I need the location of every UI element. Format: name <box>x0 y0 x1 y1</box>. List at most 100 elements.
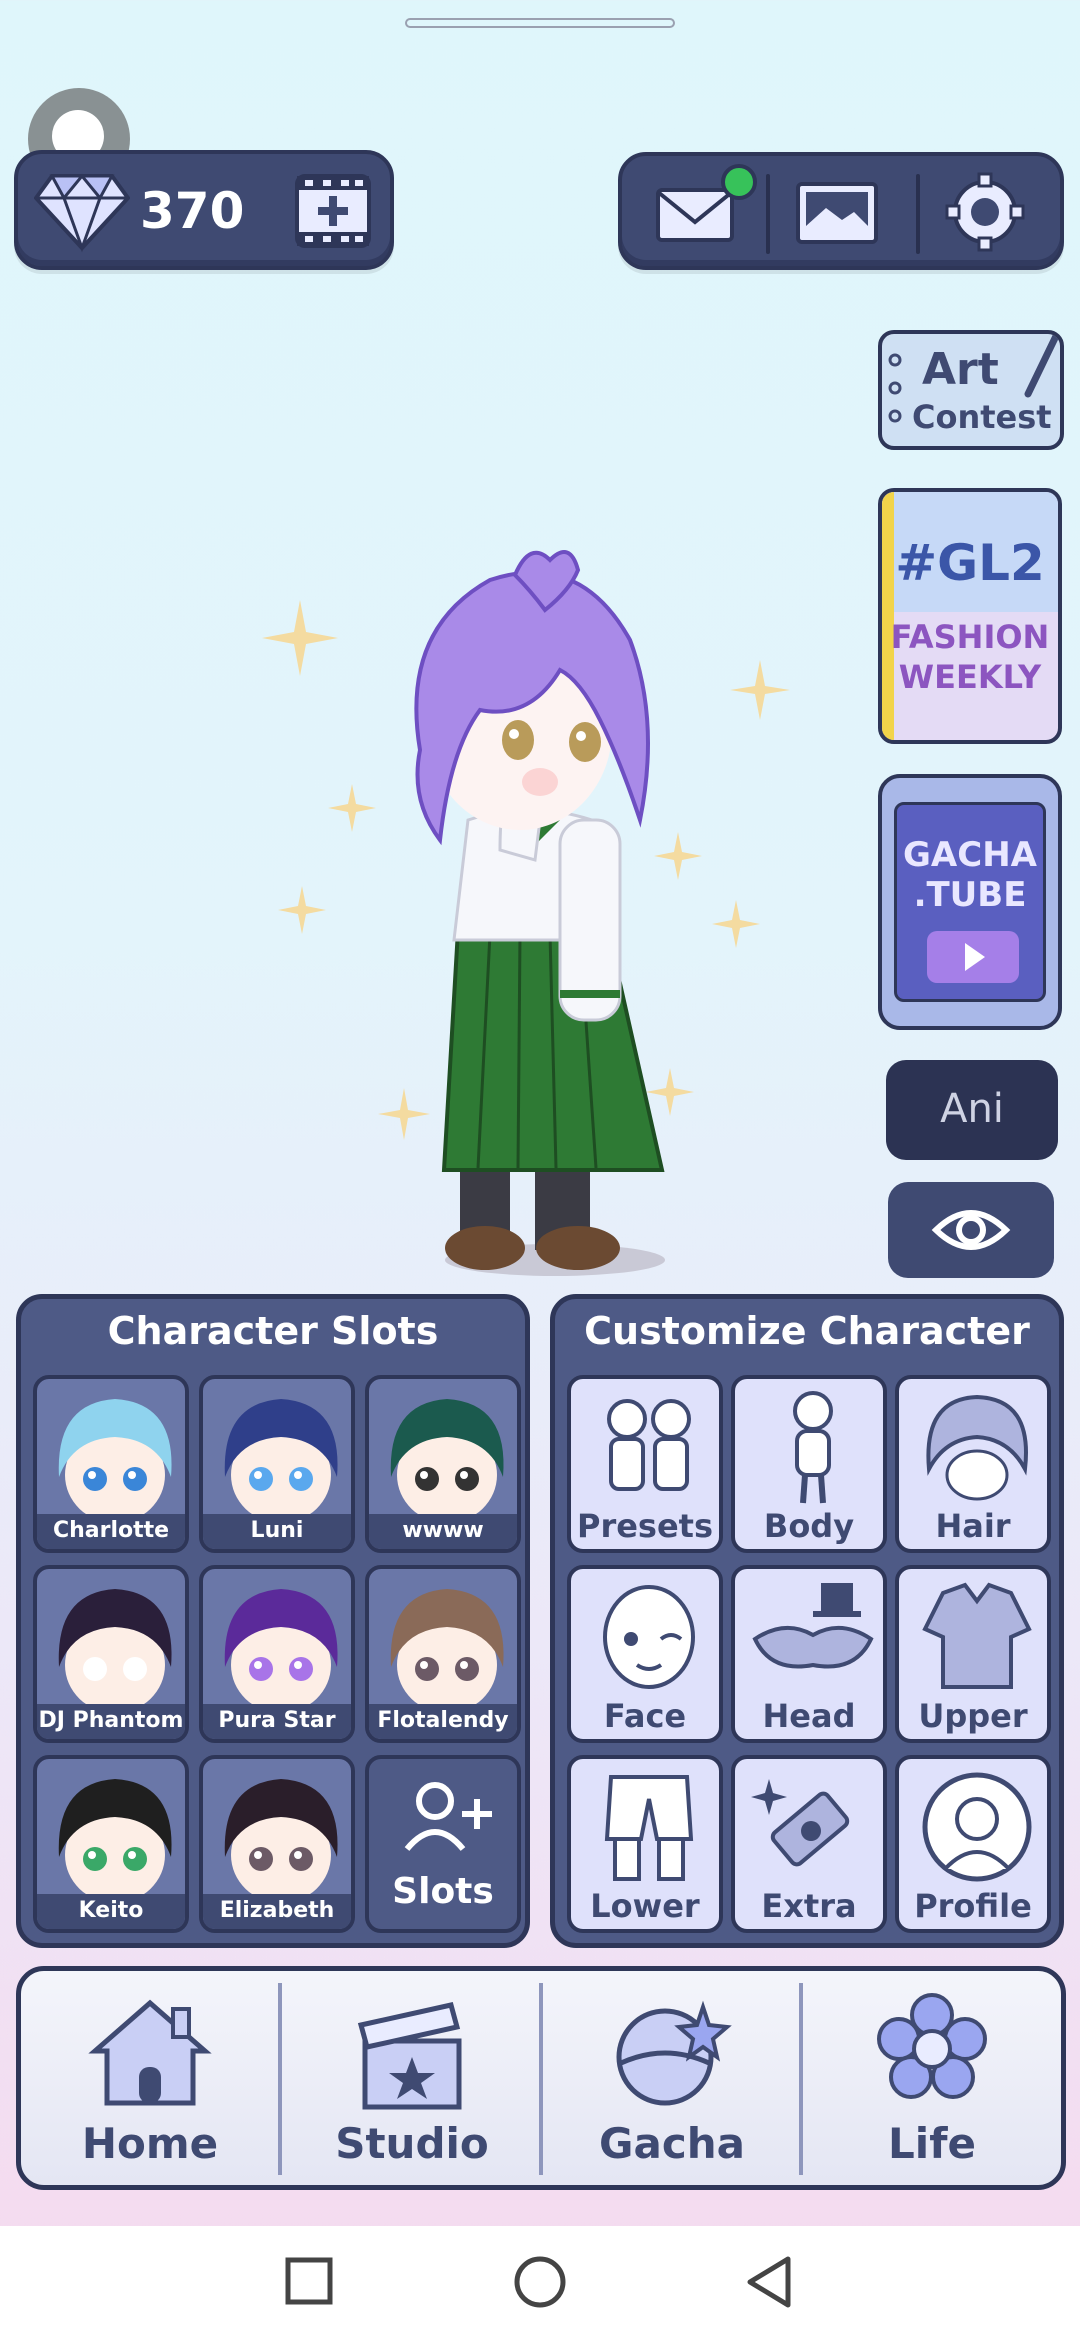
android-navigation-bar <box>0 2226 1080 2340</box>
customize-presets-button[interactable]: Presets <box>567 1375 723 1553</box>
nav-studio[interactable]: Studio <box>283 1971 541 2185</box>
character-slot[interactable]: Elizabeth <box>199 1755 355 1933</box>
head-icon <box>752 1583 874 1669</box>
character-slot[interactable]: wwww <box>365 1375 521 1553</box>
recents-icon[interactable] <box>285 2257 333 2305</box>
customize-label: Face <box>603 1697 687 1735</box>
customize-body-button[interactable]: Body <box>731 1375 887 1553</box>
lower-icon <box>604 1775 694 1881</box>
character-slot-name: Pura Star <box>203 1704 351 1739</box>
character-slot-name: Charlotte <box>37 1514 185 1549</box>
currency-bar: 370 <box>14 150 394 270</box>
top-right-toolbar <box>618 152 1064 270</box>
art-contest-button[interactable]: Art Contest <box>878 330 1064 450</box>
gl2-line2: FASHION <box>890 618 1050 656</box>
back-icon[interactable] <box>747 2256 791 2308</box>
character-slot-name: wwww <box>369 1514 517 1549</box>
picture-icon[interactable] <box>792 172 882 252</box>
character-slot-name: Keito <box>37 1894 185 1929</box>
gl2-title: #GL2 <box>895 534 1045 592</box>
character-avatar <box>390 1399 504 1523</box>
gacha-icon <box>616 2000 732 2106</box>
nav-home-label: Home <box>81 2119 219 2168</box>
gl2-line3: WEEKLY <box>898 658 1042 696</box>
gl2-fashion-weekly-button[interactable]: #GL2 FASHION WEEKLY <box>878 488 1062 744</box>
customize-head-button[interactable]: Head <box>731 1565 887 1743</box>
customize-profile-button[interactable]: Profile <box>895 1755 1051 1933</box>
gacha-tube-line2: .TUBE <box>913 875 1027 915</box>
bottom-navigation: Home Studio Gacha Life <box>16 1966 1066 2190</box>
eye-icon <box>931 1210 1011 1250</box>
gear-icon[interactable] <box>940 172 1030 252</box>
pencil-icon <box>1024 334 1060 398</box>
home-circle-icon[interactable] <box>514 2256 566 2308</box>
customize-upper-button[interactable]: Upper <box>895 1565 1051 1743</box>
character-avatar <box>390 1589 504 1713</box>
character-avatar <box>224 1399 338 1523</box>
character-slot-name: Flotalendy <box>369 1704 517 1739</box>
customize-label: Presets <box>576 1507 714 1545</box>
customize-label: Hair <box>935 1507 1011 1545</box>
toggle-view-button[interactable] <box>888 1182 1054 1278</box>
presets-icon <box>607 1399 691 1491</box>
top-drag-handle[interactable] <box>405 18 675 28</box>
customize-label: Lower <box>590 1887 700 1925</box>
character-slot-name: DJ Phantom <box>37 1704 185 1739</box>
play-icon <box>927 931 1019 983</box>
character-avatar <box>58 1399 172 1523</box>
clapperboard-icon <box>357 2002 462 2110</box>
hair-icon <box>926 1394 1028 1501</box>
profile-icon <box>922 1772 1032 1882</box>
character-avatar <box>224 1779 338 1903</box>
home-icon <box>88 1999 212 2106</box>
character-slots-title: Character Slots <box>107 1309 439 1353</box>
add-user-icon <box>404 1782 492 1851</box>
customize-hair-button[interactable]: Hair <box>895 1375 1051 1553</box>
nav-home[interactable]: Home <box>21 1971 279 2185</box>
customize-label: Upper <box>918 1697 1028 1735</box>
character-preview[interactable] <box>200 520 800 1280</box>
character-avatar <box>224 1589 338 1713</box>
customize-character-title: Customize Character <box>584 1309 1030 1353</box>
customize-label: Profile <box>914 1887 1032 1925</box>
character-slot[interactable]: Pura Star <box>199 1565 355 1743</box>
diamond-icon <box>34 173 130 253</box>
add-slots-button[interactable]: Slots <box>365 1755 521 1933</box>
customize-lower-button[interactable]: Lower <box>567 1755 723 1933</box>
character-avatar <box>58 1589 172 1713</box>
character-slot[interactable]: Charlotte <box>33 1375 189 1553</box>
customize-face-button[interactable]: Face <box>567 1565 723 1743</box>
nav-life-label: Life <box>888 2119 976 2168</box>
extra-icon <box>751 1779 850 1867</box>
character-slots-panel: Character Slots Charlotte Luni wwww DJ Phan… <box>16 1294 530 1948</box>
gacha-tube-line1: GACHA <box>903 835 1037 875</box>
customize-label: Head <box>762 1697 856 1735</box>
character-slot[interactable]: Luni <box>199 1375 355 1553</box>
customize-label: Body <box>763 1507 855 1545</box>
flower-icon <box>877 1993 987 2099</box>
customize-extra-button[interactable]: Extra <box>731 1755 887 1933</box>
face-icon <box>603 1585 695 1689</box>
nav-gacha[interactable]: Gacha <box>543 1971 801 2185</box>
gem-count: 370 <box>140 182 245 240</box>
notification-badge <box>721 164 757 200</box>
character-slot[interactable]: DJ Phantom <box>33 1565 189 1743</box>
nav-life[interactable]: Life <box>803 1971 1061 2185</box>
customize-character-panel: Customize Character Presets Body Hair Face H… <box>550 1294 1064 1948</box>
upper-icon <box>922 1582 1032 1689</box>
customize-label: Extra <box>761 1887 857 1925</box>
ani-button[interactable]: Ani <box>886 1060 1058 1160</box>
ani-label: Ani <box>940 1086 1004 1132</box>
character-avatar <box>58 1779 172 1903</box>
add-slots-label: Slots <box>392 1871 494 1912</box>
character-slot[interactable]: Flotalendy <box>365 1565 521 1743</box>
character-slot[interactable]: Keito <box>33 1755 189 1933</box>
character-slot-name: Elizabeth <box>203 1894 351 1929</box>
body-icon <box>793 1391 833 1504</box>
film-plus-icon[interactable] <box>293 172 373 250</box>
art-contest-title: Art <box>922 344 999 395</box>
art-contest-subtitle: Contest <box>912 398 1052 436</box>
nav-gacha-label: Gacha <box>599 2119 745 2168</box>
character-slot-name: Luni <box>203 1514 351 1549</box>
gacha-tube-button[interactable]: GACHA .TUBE <box>878 774 1062 1030</box>
